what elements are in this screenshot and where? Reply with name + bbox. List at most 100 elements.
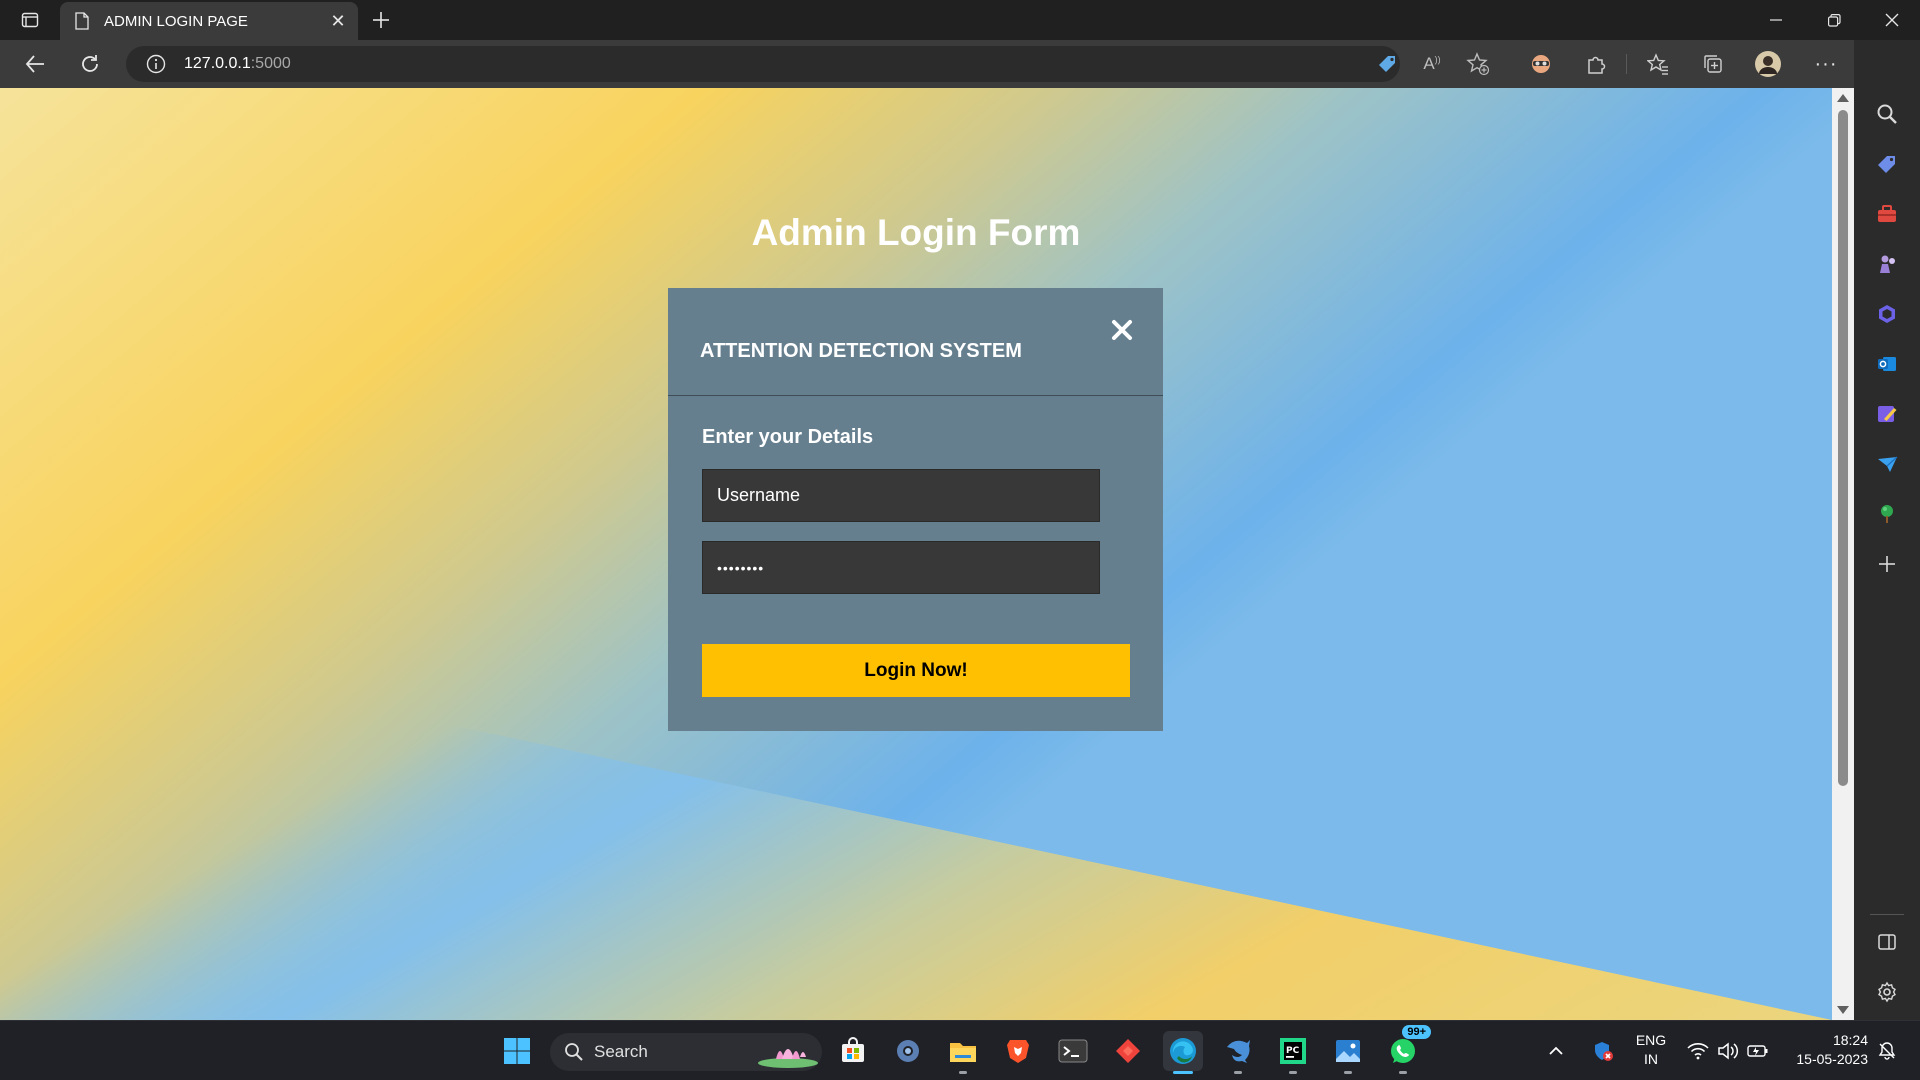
search-label: Search xyxy=(594,1042,648,1061)
sidebar-search-button[interactable] xyxy=(1875,102,1899,126)
clock-time: 18:24 xyxy=(1832,1032,1868,1048)
taskbar-pycharm[interactable]: PC xyxy=(1273,1031,1313,1074)
username-field[interactable]: Username xyxy=(702,469,1100,522)
password-field[interactable]: •••••••• xyxy=(702,541,1100,594)
taskbar-anydesk[interactable] xyxy=(1108,1031,1148,1071)
close-form-icon[interactable] xyxy=(1108,316,1136,344)
terminal-icon xyxy=(1058,1039,1088,1063)
running-indicator xyxy=(959,1071,967,1074)
running-indicator xyxy=(1289,1071,1297,1074)
tray-battery[interactable] xyxy=(1744,1031,1772,1071)
taskbar-file-explorer[interactable] xyxy=(943,1031,983,1074)
scroll-thumb[interactable] xyxy=(1838,110,1848,786)
scroll-up-arrow-icon[interactable] xyxy=(1837,94,1849,102)
collections-icon xyxy=(1704,55,1722,73)
avatar xyxy=(1755,51,1781,77)
language-code: ENG xyxy=(1635,1032,1667,1048)
office-icon xyxy=(1879,305,1895,323)
taskbar-search[interactable]: Search xyxy=(550,1033,822,1071)
sidebar-add-button[interactable] xyxy=(1875,552,1899,576)
minimize-button[interactable] xyxy=(1748,0,1804,40)
sidebar-outlook-button[interactable] xyxy=(1875,352,1899,376)
card-heading: ATTENTION DETECTION SYSTEM xyxy=(700,340,1022,362)
sidebar-games-button[interactable] xyxy=(1875,252,1899,276)
whatsapp-icon xyxy=(1391,1039,1415,1063)
chevron-up-icon xyxy=(1549,1046,1563,1055)
refresh-button[interactable] xyxy=(73,48,107,80)
tag-icon xyxy=(1878,156,1895,173)
sidebar-hide-button[interactable] xyxy=(1875,930,1899,954)
taskbar-brave[interactable] xyxy=(998,1031,1038,1071)
taskbar-store[interactable] xyxy=(833,1031,873,1071)
panel-icon xyxy=(1878,934,1896,950)
running-indicator xyxy=(1173,1071,1193,1074)
url-port: :5000 xyxy=(250,55,291,72)
login-card: ATTENTION DETECTION SYSTEM Enter your De… xyxy=(668,288,1163,731)
start-button[interactable] xyxy=(497,1031,537,1071)
favorites-button[interactable] xyxy=(1644,50,1672,78)
taskbar-settings[interactable] xyxy=(888,1031,928,1071)
address-bar[interactable]: 127.0.0.1:5000 xyxy=(126,46,1400,82)
taskbar-whatsapp[interactable]: 99+ xyxy=(1383,1025,1431,1074)
extension-face-icon xyxy=(1532,55,1550,73)
sidebar-microsoft365-button[interactable] xyxy=(1875,302,1899,326)
sidebar-divider xyxy=(1870,914,1904,915)
shopping-tag-button[interactable] xyxy=(1373,50,1401,78)
sidebar-tree-button[interactable] xyxy=(1875,502,1899,526)
star-plus-icon xyxy=(1466,52,1490,76)
read-aloud-button[interactable]: A)) xyxy=(1418,50,1446,78)
clock[interactable]: 18:24 15-05-2023 xyxy=(1780,1031,1876,1069)
tab-close-icon[interactable]: ✕ xyxy=(324,7,352,35)
tray-overflow-button[interactable] xyxy=(1543,1031,1569,1071)
tray-defender[interactable] xyxy=(1590,1031,1616,1071)
taskbar-edge[interactable] xyxy=(1163,1031,1203,1074)
running-indicator xyxy=(1399,1071,1407,1074)
taskbar-mysql-workbench[interactable] xyxy=(1218,1031,1258,1074)
anydesk-icon xyxy=(1116,1039,1140,1063)
page-viewport: Admin Login Form ATTENTION DETECTION SYS… xyxy=(0,88,1832,1020)
site-info-icon[interactable] xyxy=(146,54,166,74)
windows-logo-icon xyxy=(504,1038,530,1064)
gear-icon xyxy=(897,1040,919,1062)
chess-piece-icon xyxy=(1880,255,1895,273)
profile-button[interactable] xyxy=(1754,50,1782,78)
sidebar-settings-button[interactable] xyxy=(1875,980,1899,1004)
edge-icon xyxy=(1170,1038,1196,1064)
scroll-down-arrow-icon[interactable] xyxy=(1837,1006,1849,1014)
close-window-button[interactable] xyxy=(1864,0,1920,40)
running-indicator xyxy=(1234,1071,1242,1074)
add-favorite-button[interactable] xyxy=(1464,50,1492,78)
restore-button[interactable] xyxy=(1806,0,1862,40)
sidebar-designer-button[interactable] xyxy=(1875,402,1899,426)
minimize-icon xyxy=(1770,19,1782,21)
edge-sidebar xyxy=(1854,40,1920,1020)
extensions-button[interactable] xyxy=(1582,50,1610,78)
tray-volume[interactable] xyxy=(1714,1031,1742,1071)
pycharm-icon: PC xyxy=(1280,1038,1306,1064)
tray-wifi[interactable] xyxy=(1684,1031,1712,1071)
page-scrollbar[interactable] xyxy=(1832,88,1854,1020)
toolbox-icon xyxy=(1878,205,1896,222)
sidebar-tools-button[interactable] xyxy=(1875,202,1899,226)
battery-charging-icon xyxy=(1747,1045,1768,1057)
tab-title: ADMIN LOGIN PAGE xyxy=(104,12,248,30)
back-button[interactable] xyxy=(18,48,52,80)
collections-button[interactable] xyxy=(1699,50,1727,78)
sidebar-shopping-button[interactable] xyxy=(1875,152,1899,176)
extension-button[interactable] xyxy=(1527,50,1555,78)
settings-more-button[interactable]: ··· xyxy=(1812,50,1840,78)
browser-tab-active[interactable]: ADMIN LOGIN PAGE ✕ xyxy=(60,2,358,40)
region-code: IN xyxy=(1644,1051,1658,1067)
paper-plane-icon xyxy=(1878,456,1898,472)
more-icon: ··· xyxy=(1814,52,1838,75)
sidebar-send-button[interactable] xyxy=(1875,452,1899,476)
language-indicator[interactable]: ENG IN xyxy=(1628,1031,1674,1069)
tab-actions-button[interactable] xyxy=(14,6,46,34)
speaker-icon xyxy=(1718,1042,1739,1060)
notifications-button[interactable] xyxy=(1874,1031,1900,1071)
windows-taskbar: Search PC 99+ ENG IN 18:24 15-05-2023 xyxy=(0,1020,1920,1080)
login-button[interactable]: Login Now! xyxy=(702,644,1130,697)
new-tab-button[interactable] xyxy=(366,5,396,35)
taskbar-photos[interactable] xyxy=(1328,1031,1368,1074)
taskbar-terminal[interactable] xyxy=(1053,1031,1093,1071)
